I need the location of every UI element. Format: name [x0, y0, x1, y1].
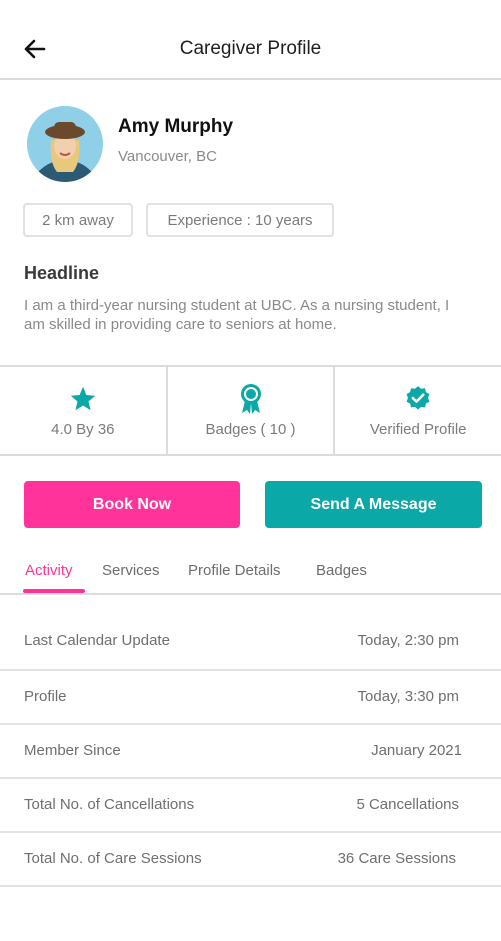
- headline-text: I am a third-year nursing student at UBC…: [24, 297, 450, 333]
- row-value: January 2021: [371, 742, 462, 759]
- tab-badges[interactable]: Badges: [316, 562, 367, 579]
- app-header: Caregiver Profile: [0, 0, 501, 80]
- activity-list: Last Calendar Update Today, 2:30 pm Prof…: [0, 615, 501, 887]
- badges-stat[interactable]: Badges ( 10 ): [168, 367, 336, 454]
- list-item: Total No. of Cancellations 5 Cancellatio…: [0, 779, 501, 833]
- active-tab-indicator: [23, 589, 85, 593]
- row-value: 36 Care Sessions: [337, 850, 456, 867]
- row-label: Member Since: [24, 742, 121, 759]
- row-label: Total No. of Care Sessions: [24, 850, 202, 867]
- page-title: Caregiver Profile: [179, 38, 322, 59]
- stats-bar: 4.0 By 36 Badges ( 10 ) Verified Profile: [0, 365, 501, 456]
- list-item: Total No. of Care Sessions 36 Care Sessi…: [0, 833, 501, 887]
- verified-stat[interactable]: Verified Profile: [335, 367, 501, 454]
- profile-tabs: Activity Services Profile Details Badges: [0, 555, 501, 595]
- row-value: Today, 3:30 pm: [357, 688, 459, 705]
- distance-chip: 2 km away: [23, 203, 133, 237]
- rating-label: 4.0 By 36: [51, 421, 115, 438]
- caregiver-name: Amy Murphy: [118, 116, 234, 137]
- experience-chip: Experience : 10 years: [146, 203, 334, 237]
- avatar: [27, 106, 103, 182]
- row-label: Last Calendar Update: [24, 632, 170, 649]
- list-item: Member Since January 2021: [0, 725, 501, 779]
- badges-label: Badges ( 10 ): [205, 421, 296, 438]
- caregiver-location: Vancouver, BC: [118, 148, 217, 165]
- list-item: Last Calendar Update Today, 2:30 pm: [0, 615, 501, 671]
- tab-profile-details[interactable]: Profile Details: [188, 562, 281, 579]
- row-value: 5 Cancellations: [356, 796, 459, 813]
- list-item: Profile Today, 3:30 pm: [0, 671, 501, 725]
- row-label: Profile: [24, 688, 67, 705]
- verified-badge-icon: [403, 383, 433, 415]
- row-label: Total No. of Cancellations: [24, 796, 195, 813]
- star-icon: [68, 383, 98, 415]
- award-ribbon-icon: [236, 383, 266, 415]
- headline-title: Headline: [24, 263, 100, 283]
- rating-stat[interactable]: 4.0 By 36: [0, 367, 168, 454]
- verified-label: Verified Profile: [369, 421, 467, 438]
- send-message-button[interactable]: Send A Message: [265, 481, 482, 528]
- tab-services[interactable]: Services: [102, 562, 160, 579]
- tab-activity[interactable]: Activity: [25, 562, 73, 579]
- book-now-button[interactable]: Book Now: [24, 481, 240, 528]
- row-value: Today, 2:30 pm: [357, 632, 459, 649]
